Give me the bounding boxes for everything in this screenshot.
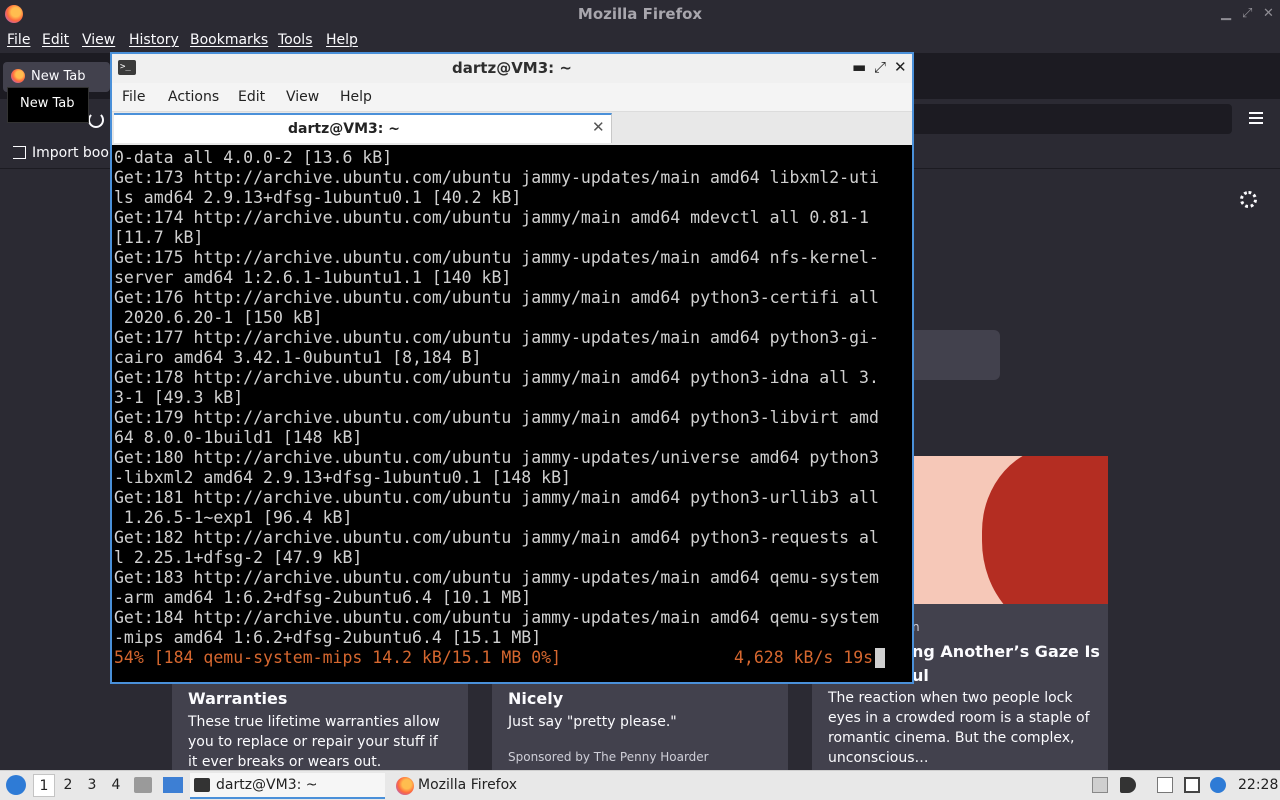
content-card-warranties[interactable]: Warranties These true lifetime warrantie… [172,680,468,770]
card-sponsor: Sponsored by The Penny Hoarder [508,750,709,764]
menu-history[interactable]: History [129,32,179,48]
start-menu-icon[interactable] [6,775,26,795]
taskbar-task-terminal[interactable]: dartz@VM3: ~ [190,773,385,799]
workspace-2[interactable]: 2 [57,774,79,797]
terminal-line: Get:176 http://archive.ubuntu.com/ubuntu… [114,288,879,307]
terminal-line: 2020.6.20-1 [150 kB] [114,308,323,327]
menu-tools[interactable]: Tools [278,32,313,48]
terminal-menu-help[interactable]: Help [340,89,372,105]
tab-label: New Tab [31,69,86,84]
show-desktop-icon[interactable] [163,777,183,793]
terminal-line: Get:174 http://archive.ubuntu.com/ubuntu… [114,208,869,227]
desktop: Mozilla Firefox ▁ ⤢ ✕ File Edit View His… [0,0,1280,800]
task-label: Mozilla Firefox [418,777,518,793]
tray-up-arrow-icon[interactable] [1092,777,1108,793]
menu-file[interactable]: File [7,32,30,48]
tab-tooltip: New Tab [7,87,89,123]
menu-edit[interactable]: Edit [42,32,69,48]
taskbar: 1 2 3 4 dartz@VM3: ~ Mozilla Firefox 22:… [0,770,1280,800]
card-title: Warranties [188,689,288,708]
terminal-menu-actions[interactable]: Actions [168,89,219,105]
terminal-tab[interactable]: dartz@VM3: ~ ✕ [114,113,612,143]
terminal-cursor [875,648,885,668]
terminal-line: Get:184 http://archive.ubuntu.com/ubuntu… [114,608,879,627]
file-manager-icon[interactable] [134,777,152,793]
terminal-task-icon [194,778,210,792]
terminal-window-title: dartz@VM3: ~ [452,59,572,77]
firefox-window-title: Mozilla Firefox [577,5,703,23]
content-card-nicely[interactable]: Nicely Just say "pretty please." Sponsor… [492,680,788,770]
terminal-close-icon[interactable]: ✕ [894,58,907,76]
import-icon [13,146,26,159]
terminal-menu-file[interactable]: File [122,89,145,105]
terminal-titlebar[interactable]: >_ dartz@VM3: ~ ▬ ⤢ ✕ [112,54,912,83]
menu-help[interactable]: Help [326,32,358,48]
terminal-menu-edit[interactable]: Edit [238,89,265,105]
network-icon[interactable] [1184,777,1200,793]
workspace-1[interactable]: 1 [33,774,55,797]
hamburger-menu-icon[interactable] [1249,112,1263,124]
card-text: Just say "pretty please." [508,714,677,730]
terminal-line: 1.26.5-1~exp1 [96.4 kB] [114,508,353,527]
terminal-line: server amd64 1:2.6.1-1ubuntu1.1 [140 kB] [114,268,512,287]
terminal-line: Get:180 http://archive.ubuntu.com/ubuntu… [114,448,879,467]
clipboard-icon[interactable] [1157,777,1173,793]
terminal-line: Get:179 http://archive.ubuntu.com/ubuntu… [114,408,879,427]
illustration-face-right [982,456,1108,604]
menu-view[interactable]: View [82,32,115,48]
terminal-line: Get:181 http://archive.ubuntu.com/ubuntu… [114,488,879,507]
terminal-line: -mips amd64 1:6.2+dfsg-2ubuntu6.4 [15.1 … [114,628,542,647]
terminal-window[interactable]: >_ dartz@VM3: ~ ▬ ⤢ ✕ File Actions Edit … [110,52,914,684]
progress-status-right: 4,628 kB/s 19s [734,648,874,667]
minimize-icon[interactable]: ▁ [1221,6,1231,21]
terminal-tab-close-icon[interactable]: ✕ [592,118,605,136]
terminal-line: Get:183 http://archive.ubuntu.com/ubuntu… [114,568,879,587]
firefox-task-icon [396,777,414,795]
reload-icon[interactable] [88,112,104,128]
workspace-3[interactable]: 3 [81,774,103,797]
terminal-menubar: File Actions Edit View Help [112,83,912,112]
terminal-line: Get:182 http://archive.ubuntu.com/ubuntu… [114,528,879,547]
terminal-line: -libxml2 amd64 2.9.13+dfsg-1ubuntu0.1 [1… [114,468,571,487]
terminal-menu-view[interactable]: View [286,89,319,105]
story-title: ng Another’s Gaze Is ul [912,642,1100,685]
updates-icon[interactable] [1210,777,1226,793]
terminal-line: Get:173 http://archive.ubuntu.com/ubuntu… [114,168,879,187]
settings-gear-icon[interactable] [1240,191,1257,208]
terminal-tabbar: dartz@VM3: ~ ✕ [112,112,912,145]
terminal-line: Get:177 http://archive.ubuntu.com/ubuntu… [114,328,879,347]
close-icon[interactable]: ✕ [1263,6,1274,21]
progress-status-left: 54% [184 qemu-system-mips 14.2 kB/15.1 M… [114,648,562,667]
terminal-line: cairo amd64 3.42.1-0ubuntu1 [8,184 B] [114,348,482,367]
card-title: Nicely [508,689,564,708]
terminal-output[interactable]: -mips amd64 1:6.2+dfsg-2ubuntu6.4 [15.1 … [114,148,910,678]
import-bookmarks-button[interactable]: Import book [32,145,117,161]
clock: 22:28 [1238,777,1279,793]
terminal-line: [11.7 kB] [114,228,204,247]
terminal-minimize-icon[interactable]: ▬ [852,58,866,76]
terminal-line: ls amd64 2.9.13+dfsg-1ubuntu0.1 [40.2 kB… [114,188,522,207]
terminal-tab-label: dartz@VM3: ~ [288,121,400,137]
maximize-icon[interactable]: ⤢ [1242,6,1252,21]
terminal-line: Get:175 http://archive.ubuntu.com/ubuntu… [114,248,879,267]
task-label: dartz@VM3: ~ [216,777,318,793]
terminal-line: 64 8.0.0-1build1 [148 kB] [114,428,363,447]
firefox-titlebar[interactable]: Mozilla Firefox ▁ ⤢ ✕ [0,0,1280,29]
terminal-line: 0-data all 4.0.0-2 [13.6 kB] [114,148,393,167]
firefox-menubar: File Edit View History Bookmarks Tools H… [0,29,1280,53]
terminal-line: 3-1 [49.3 kB] [114,388,244,407]
terminal-maximize-icon[interactable]: ⤢ [874,58,886,76]
taskbar-task-firefox[interactable]: Mozilla Firefox [392,773,587,799]
volume-icon[interactable] [1120,777,1136,793]
workspace-4[interactable]: 4 [105,774,127,797]
terminal-line: l 2.25.1+dfsg-2 [47.9 kB] [114,548,363,567]
story-excerpt: The reaction when two people lock eyes i… [828,690,1090,766]
terminal-line: -arm amd64 1:6.2+dfsg-2ubuntu6.4 [10.1 M… [114,588,532,607]
card-text: These true lifetime warranties allow you… [188,714,440,770]
terminal-line: Get:178 http://archive.ubuntu.com/ubuntu… [114,368,879,387]
menu-bookmarks[interactable]: Bookmarks [190,32,268,48]
firefox-tab-icon [11,69,25,83]
